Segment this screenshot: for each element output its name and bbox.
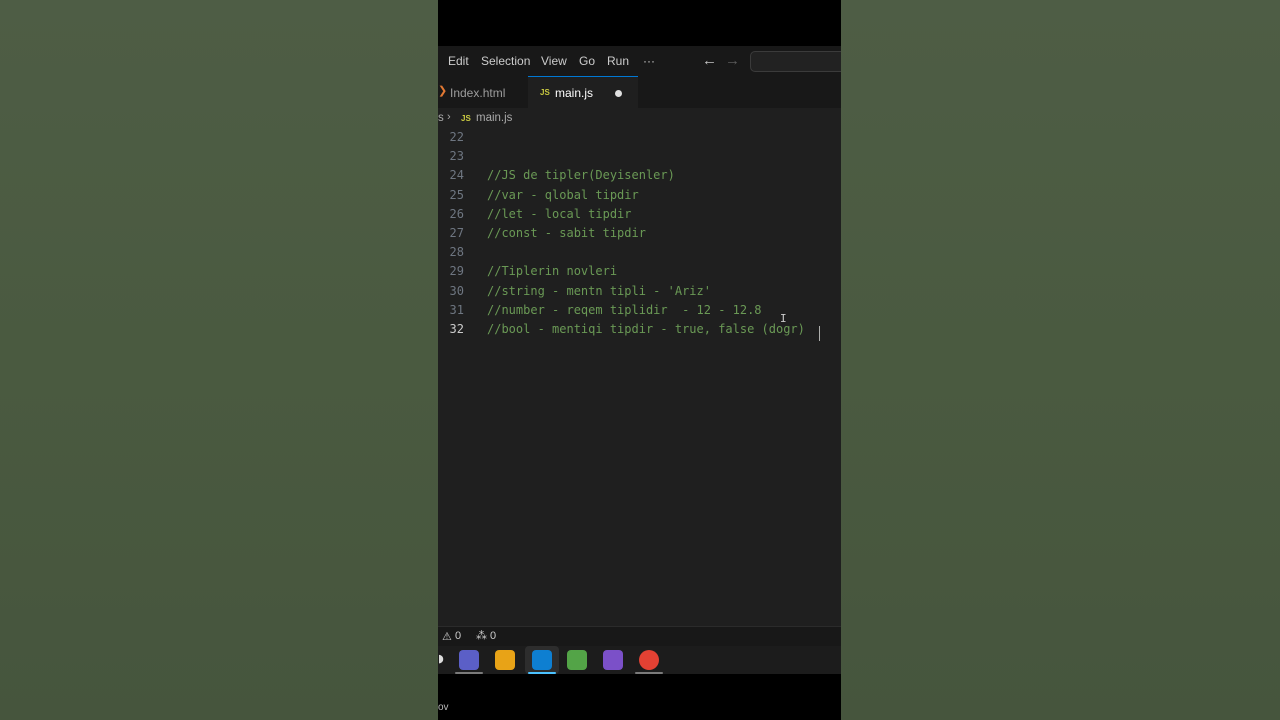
code-line[interactable]: 25 //var - qlobal tipdir <box>438 188 841 207</box>
code-line[interactable]: 24 //JS de tipler(Deyisenler) <box>438 168 841 187</box>
js-file-icon: JS <box>461 114 471 123</box>
code-text: //const - sabit tipdir <box>487 226 646 240</box>
unsaved-dot-icon[interactable] <box>615 90 622 97</box>
menu-run[interactable]: Run <box>607 54 629 68</box>
code-editor[interactable]: 22 23 24 //JS de tipler(Deyisenler) 25 /… <box>438 130 841 626</box>
taskbar-vscode-icon[interactable] <box>532 650 552 670</box>
ports-icon[interactable]: ⁂ <box>476 629 487 642</box>
back-arrow-icon[interactable]: ← <box>702 52 717 69</box>
menu-go[interactable]: Go <box>579 54 595 68</box>
editor-tabs: ❯ Index.html JS main.js <box>438 76 841 109</box>
line-number: 24 <box>449 168 464 183</box>
ports-count[interactable]: 0 <box>490 630 496 642</box>
video-letterbox-right <box>841 0 1280 720</box>
line-number: 28 <box>449 245 464 260</box>
js-file-icon: JS <box>540 88 550 97</box>
video-frame: Edit Selection View Go Run ··· ← → ❯ Ind… <box>438 0 841 720</box>
taskbar-running-indicator <box>635 672 663 674</box>
tab-label: Index.html <box>450 86 506 100</box>
taskbar-teams-icon[interactable] <box>459 650 479 670</box>
command-center-search[interactable] <box>750 51 841 72</box>
code-text: //var - qlobal tipdir <box>487 187 639 202</box>
line-number: 26 <box>449 206 464 221</box>
line-number-active: 32 <box>449 322 464 336</box>
line-number: 27 <box>449 226 464 240</box>
menu-edit[interactable]: Edit <box>448 54 469 68</box>
code-line[interactable]: 26 //let - local tipdir <box>438 207 841 226</box>
breadcrumb-file[interactable]: main.js <box>476 112 512 124</box>
code-text: //number - reqem tiplidir - 12 - 12.8 <box>487 302 762 317</box>
line-number: 25 <box>449 187 464 202</box>
breadcrumb: s › JS main.js <box>438 108 841 130</box>
line-number: 23 <box>449 149 464 164</box>
text-cursor <box>819 326 820 341</box>
taskbar-visual-studio-icon[interactable] <box>603 650 623 670</box>
video-letterbox-left <box>0 0 438 720</box>
code-line[interactable]: 28 <box>438 245 841 264</box>
code-line[interactable]: 22 <box>438 130 841 149</box>
code-text: //JS de tipler(Deyisenler) <box>487 168 675 183</box>
windows-taskbar: ◗ <box>438 646 841 674</box>
menu-bar: Edit Selection View Go Run ··· ← → <box>438 46 841 76</box>
tab-index-html[interactable]: ❯ Index.html <box>438 76 528 108</box>
start-edge-icon[interactable]: ◗ <box>438 652 444 665</box>
taskbar-figma-icon[interactable] <box>495 650 515 670</box>
chevron-right-icon: › <box>447 111 451 123</box>
warning-icon[interactable]: ⚠ <box>442 630 452 643</box>
taskbar-running-indicator <box>455 672 483 674</box>
code-line[interactable]: 30 //string - mentn tipli - 'Ariz' <box>438 284 841 303</box>
menu-selection[interactable]: Selection <box>481 54 530 68</box>
code-text: //string - mentn tipli - 'Ariz' <box>487 283 711 298</box>
code-text: //bool - mentiqi tipdir - true, false (d… <box>487 322 805 336</box>
forward-arrow-icon[interactable]: → <box>725 52 740 69</box>
line-number: 30 <box>449 283 464 298</box>
menu-view[interactable]: View <box>541 54 567 68</box>
tab-main-js[interactable]: JS main.js <box>528 76 638 108</box>
line-number: 29 <box>449 264 464 279</box>
taskbar-notepad-icon[interactable] <box>567 650 587 670</box>
menu-more-icon[interactable]: ··· <box>643 54 655 68</box>
tab-label: main.js <box>555 86 594 100</box>
html-file-icon: ❯ <box>438 85 448 97</box>
code-line[interactable]: 29 //Tiplerin novleri <box>438 264 841 283</box>
vscode-window: Edit Selection View Go Run ··· ← → ❯ Ind… <box>438 46 841 647</box>
mouse-ibeam-icon: I <box>780 312 787 325</box>
taskbar-running-indicator <box>528 672 556 674</box>
taskbar-chrome-icon[interactable] <box>639 650 659 670</box>
caption-fragment: ov <box>438 702 449 713</box>
breadcrumb-folder[interactable]: s <box>438 112 444 124</box>
code-text: //Tiplerin novleri <box>487 264 618 279</box>
line-number: 31 <box>449 302 464 317</box>
status-bar: ⚠ 0 ⁂ 0 <box>438 626 841 647</box>
code-text: //let - local tipdir <box>487 206 632 221</box>
line-number: 22 <box>449 130 464 144</box>
problems-count[interactable]: 0 <box>455 630 461 642</box>
code-line[interactable]: 27 //const - sabit tipdir <box>438 226 841 245</box>
code-line[interactable]: 23 <box>438 149 841 168</box>
